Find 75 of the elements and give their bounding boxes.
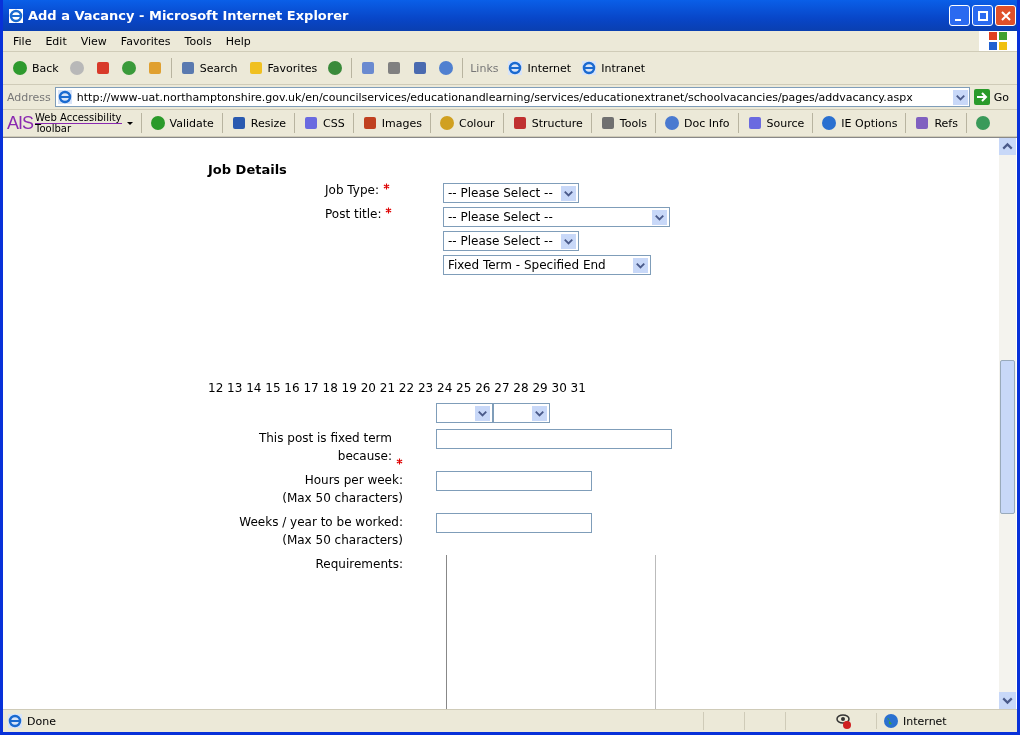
toolbar-button[interactable]: Structure [506,113,588,133]
window-title: Add a Vacancy - Microsoft Internet Explorer [28,8,349,23]
menu-item[interactable]: Favorites [114,34,179,48]
dropdown[interactable]: -- Please Select -- [443,183,579,203]
minimize-icon [954,18,961,21]
browser-icon [8,7,24,24]
maximize-icon [977,10,988,21]
menu-item[interactable]: Tools [178,34,220,48]
caret-icon[interactable] [125,119,134,127]
toolbar-name: Toolbar [35,123,72,134]
field-label: Hours per week: [304,472,403,489]
search-button[interactable]: Search [174,58,243,78]
close-button[interactable] [995,5,1016,26]
toolbar-button[interactable]: Validate [144,113,219,133]
field-label: Post title: [325,207,382,221]
toolbar-button[interactable]: Colour [433,113,500,133]
toolbar-button[interactable]: IE Options [816,113,903,133]
field-note: (Max 50 characters) [282,490,403,507]
toolbar-button[interactable]: Doc Info [658,113,735,133]
address-field[interactable]: http://www-uat.northamptonshire.gov.uk/en/councilservices/educationandlearning/services/educationextranet/schoolvacancies/pages/addvacancy.aspx [54,87,970,107]
back-button[interactable]: Back [7,58,64,78]
dropdown[interactable]: -- Please Select -- [443,231,579,251]
field-label: Weeks / year to be worked: [239,514,403,531]
required-asterisk-icon [385,207,393,214]
day-numbers: 12 13 14 15 16 17 18 19 20 21 22 23 24 25 26 27 28 29 30 31 [208,381,587,395]
section-heading: Job Details [208,162,288,177]
field-label: Requirements: [315,556,403,573]
links-label: Links [469,61,500,75]
toolbar-name: Web Accessibility [35,112,122,124]
status-text: Done [27,714,56,728]
dropdown-icon[interactable] [952,89,968,105]
page-icon [581,60,598,76]
page-icon [56,89,73,105]
windows-logo-icon [979,31,1017,51]
menu-item[interactable]: View [74,34,115,48]
link-button[interactable]: Intranet [576,58,651,78]
menu-item[interactable]: Edit [39,34,75,48]
ais-logo: AIS [7,112,33,134]
input-field[interactable] [436,429,672,449]
toolbar-button[interactable]: Refs [909,113,963,133]
required-asterisk-icon [396,458,403,465]
address-label: Address [7,90,52,104]
close-icon [1000,10,1011,21]
input-field[interactable] [436,513,592,533]
field-label: Job Type: [325,183,379,197]
privacy-icon [836,713,852,729]
dropdown[interactable] [493,403,550,423]
toolbar-button[interactable]: Source [741,113,810,133]
page-icon [507,60,524,76]
arrow-icon [973,89,990,105]
required-asterisk-icon [382,183,390,190]
dropdown[interactable]: -- Please Select -- [443,207,670,227]
favorites-button[interactable]: Favorites [242,58,323,78]
field-label: This post is fixed term because: [257,430,392,465]
dropdown[interactable]: Fixed Term - Specified End [443,255,651,275]
go-button[interactable]: Go [969,89,1013,105]
zone-label: Internet [903,714,947,728]
minimize-button[interactable] [949,5,970,26]
scroll-up-icon[interactable] [999,138,1016,155]
toolbar-button[interactable]: Tools [594,113,652,133]
toolbar-button[interactable]: Images [356,113,427,133]
scroll-thumb[interactable] [1000,360,1015,514]
link-button[interactable]: Internet [502,58,577,78]
menu-item[interactable]: Help [219,34,259,48]
scrollbar[interactable] [999,138,1016,709]
toolbar-button[interactable]: CSS [298,113,350,133]
input-field[interactable] [436,471,592,491]
scroll-down-icon[interactable] [999,692,1016,709]
toolbar-button[interactable]: Resize [225,113,292,133]
menu-item[interactable]: File [7,34,40,48]
field-note: (Max 50 characters) [282,532,403,549]
page-icon [7,713,23,729]
maximize-button[interactable] [972,5,993,26]
globe-icon [883,713,899,729]
dropdown[interactable] [436,403,493,423]
